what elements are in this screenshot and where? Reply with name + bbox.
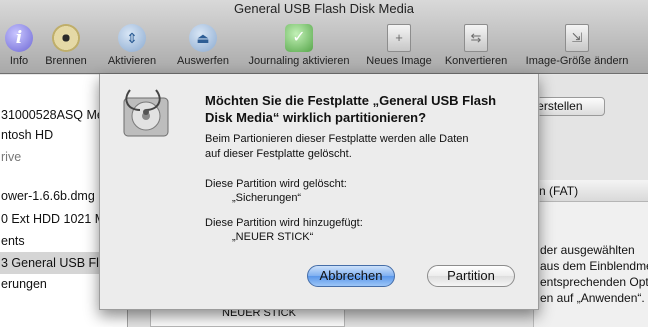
mount-button[interactable]: ⇕ Aktivieren: [102, 20, 162, 72]
eject-button[interactable]: ⏏ Auswerfen: [172, 20, 234, 72]
burn-label: Brennen: [45, 55, 87, 67]
info-button[interactable]: i Info: [4, 20, 34, 72]
toolbar: General USB Flash Disk Media i Info Bren…: [0, 0, 648, 74]
cancel-button[interactable]: Abbrechen: [307, 265, 395, 287]
mount-label: Aktivieren: [107, 55, 157, 67]
info-icon: i: [5, 24, 33, 52]
resize-image-button[interactable]: ⇲ Image-Größe ändern: [518, 20, 636, 72]
journal-button[interactable]: ✓ Journaling aktivieren: [240, 20, 358, 72]
journal-icon: ✓: [285, 24, 313, 52]
warning-text: Beim Partionieren dieser Festplatte werd…: [205, 133, 469, 145]
resize-image-icon: ⇲: [565, 24, 589, 52]
added-heading: Diese Partition wird hinzugefügt:: [205, 217, 363, 229]
new-image-label: Neues Image: [366, 55, 432, 67]
partition-button[interactable]: Partition: [427, 265, 515, 287]
burn-button[interactable]: Brennen: [42, 20, 90, 72]
window-title: General USB Flash Disk Media: [234, 1, 414, 16]
instructions-line: aus dem Einblendme: [540, 259, 648, 273]
added-partition-name: „NEUER STICK“: [232, 231, 314, 243]
new-image-button[interactable]: + Neues Image: [362, 20, 436, 72]
eject-label: Auswerfen: [177, 55, 229, 67]
instructions-line: entsprechenden Opti: [540, 275, 648, 289]
resize-image-label: Image-Größe ändern: [525, 55, 629, 67]
dialog-title: Möchten Sie die Festplatte „General USB …: [205, 93, 497, 125]
new-image-icon: +: [387, 24, 411, 52]
info-label: Info: [9, 55, 29, 67]
burn-disc-icon: [52, 24, 80, 52]
mount-icon: ⇕: [118, 24, 146, 52]
partition-confirm-dialog: Möchten Sie die Festplatte „General USB …: [99, 74, 539, 310]
journal-label: Journaling aktivieren: [248, 55, 350, 67]
instructions-line: der ausgewählten: [540, 243, 635, 257]
instructions-line: en auf „Anwenden“.: [540, 291, 645, 305]
eject-icon: ⏏: [189, 24, 217, 52]
convert-button[interactable]: ⇆ Konvertieren: [440, 20, 512, 72]
warning-text: auf dieser Festplatte gelöscht.: [205, 148, 352, 160]
deleted-heading: Diese Partition wird gelöscht:: [205, 178, 347, 190]
format-header[interactable]: n (FAT): [533, 180, 648, 202]
convert-label: Konvertieren: [444, 55, 508, 67]
disk-utility-icon: [116, 84, 174, 142]
convert-icon: ⇆: [464, 24, 488, 52]
instructions-text: der ausgewählten aus dem Einblendme ents…: [540, 242, 648, 306]
deleted-partition-name: „Sicherungen“: [232, 192, 302, 204]
